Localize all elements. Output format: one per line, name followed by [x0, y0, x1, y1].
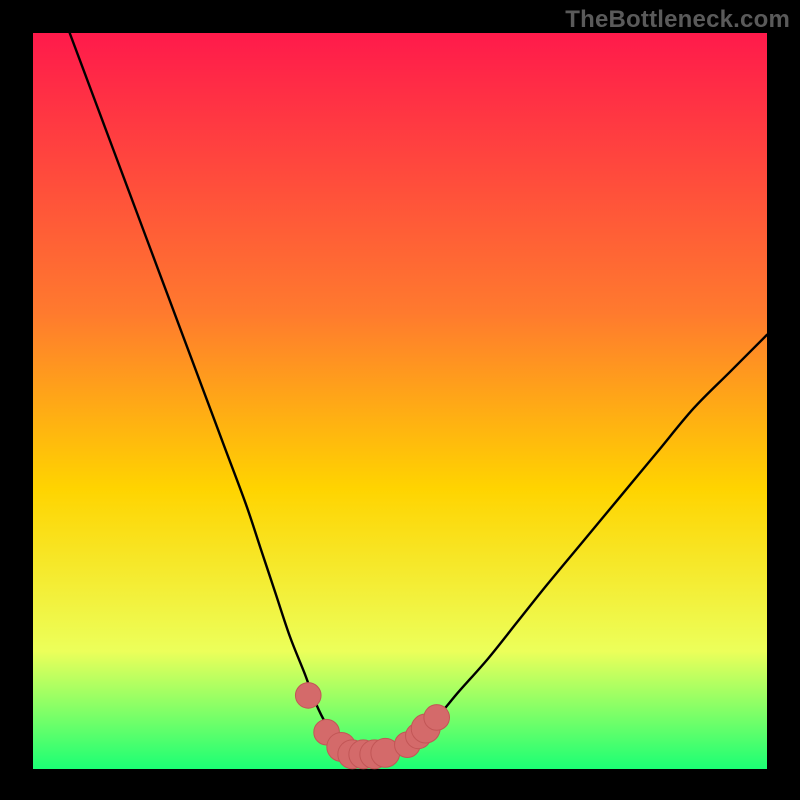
data-marker [295, 683, 321, 709]
bottleneck-chart [0, 0, 800, 800]
plot-background [33, 33, 767, 769]
data-marker [424, 705, 450, 731]
chart-container: { "watermark": "TheBottleneck.com", "col… [0, 0, 800, 800]
watermark-label: TheBottleneck.com [565, 6, 790, 34]
